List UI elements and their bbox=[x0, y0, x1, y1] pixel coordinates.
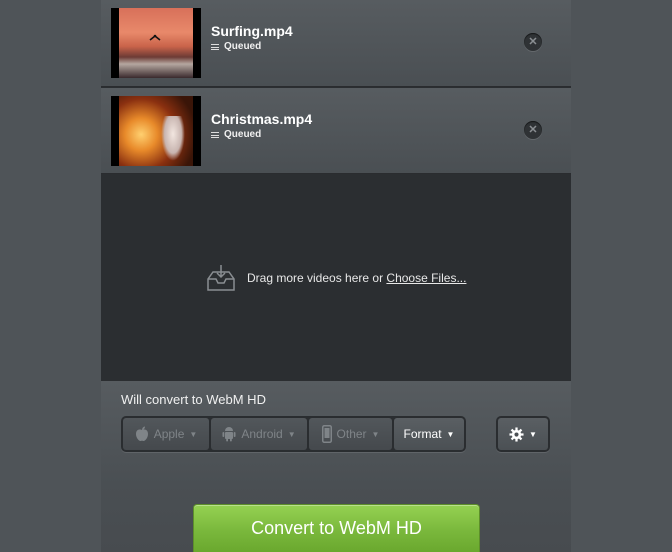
choose-files-link[interactable]: Choose Files... bbox=[386, 271, 466, 285]
chevron-down-icon: ▼ bbox=[287, 429, 296, 439]
apple-preset-button[interactable]: Apple ▼ bbox=[123, 418, 209, 450]
file-row-christmas[interactable]: Christmas.mp4 Queued ✕ bbox=[101, 88, 571, 174]
android-preset-button[interactable]: Android ▼ bbox=[211, 418, 307, 450]
file-name: Christmas.mp4 bbox=[211, 111, 313, 127]
android-label: Android bbox=[241, 427, 283, 441]
apple-icon bbox=[135, 426, 148, 441]
remove-file-button[interactable]: ✕ bbox=[524, 121, 542, 139]
file-row-surfing[interactable]: Surfing.mp4 Queued ✕ bbox=[101, 0, 571, 87]
drop-zone-message: Drag more videos here or Choose Files... bbox=[205, 263, 466, 293]
surfing-thumbnail bbox=[111, 8, 201, 78]
drop-zone-text: Drag more videos here or bbox=[247, 271, 387, 285]
preset-selector: Apple ▼ Android ▼ Other ▼ Format ▼ bbox=[121, 416, 466, 452]
chevron-down-icon: ▼ bbox=[189, 429, 198, 439]
queue-list-icon bbox=[211, 43, 219, 50]
settings-button[interactable]: ▼ bbox=[498, 418, 548, 450]
surfer-figure bbox=[149, 34, 161, 41]
android-icon bbox=[222, 427, 236, 442]
chevron-down-icon: ▼ bbox=[371, 429, 380, 439]
chevron-down-icon: ▼ bbox=[446, 429, 455, 439]
remove-file-button[interactable]: ✕ bbox=[524, 33, 542, 51]
other-preset-button[interactable]: Other ▼ bbox=[309, 418, 392, 450]
phone-icon bbox=[321, 425, 332, 443]
other-label: Other bbox=[336, 427, 367, 441]
status-label: Queued bbox=[224, 129, 262, 140]
file-status: Queued bbox=[211, 129, 261, 140]
apple-label: Apple bbox=[153, 427, 185, 441]
inbox-tray-icon bbox=[207, 265, 235, 291]
file-name: Surfing.mp4 bbox=[211, 23, 293, 39]
gear-icon bbox=[509, 426, 524, 442]
format-label: Format bbox=[403, 427, 442, 441]
convert-button[interactable]: Convert to WebM HD bbox=[193, 504, 480, 552]
drop-zone[interactable]: Drag more videos here or Choose Files... bbox=[101, 175, 571, 381]
convert-target-label: Will convert to WebM HD bbox=[121, 392, 266, 407]
file-status: Queued bbox=[211, 41, 261, 52]
christmas-thumbnail bbox=[111, 96, 201, 166]
chevron-down-icon: ▼ bbox=[529, 429, 537, 439]
settings-selector: ▼ bbox=[496, 416, 550, 452]
queue-list-icon bbox=[211, 131, 219, 138]
status-label: Queued bbox=[224, 41, 262, 52]
format-preset-button[interactable]: Format ▼ bbox=[394, 418, 464, 450]
conversion-panel: Will convert to WebM HD Apple ▼ Android … bbox=[101, 381, 571, 552]
converter-window: Surfing.mp4 Queued ✕ Christmas.mp4 Queue… bbox=[101, 0, 571, 552]
